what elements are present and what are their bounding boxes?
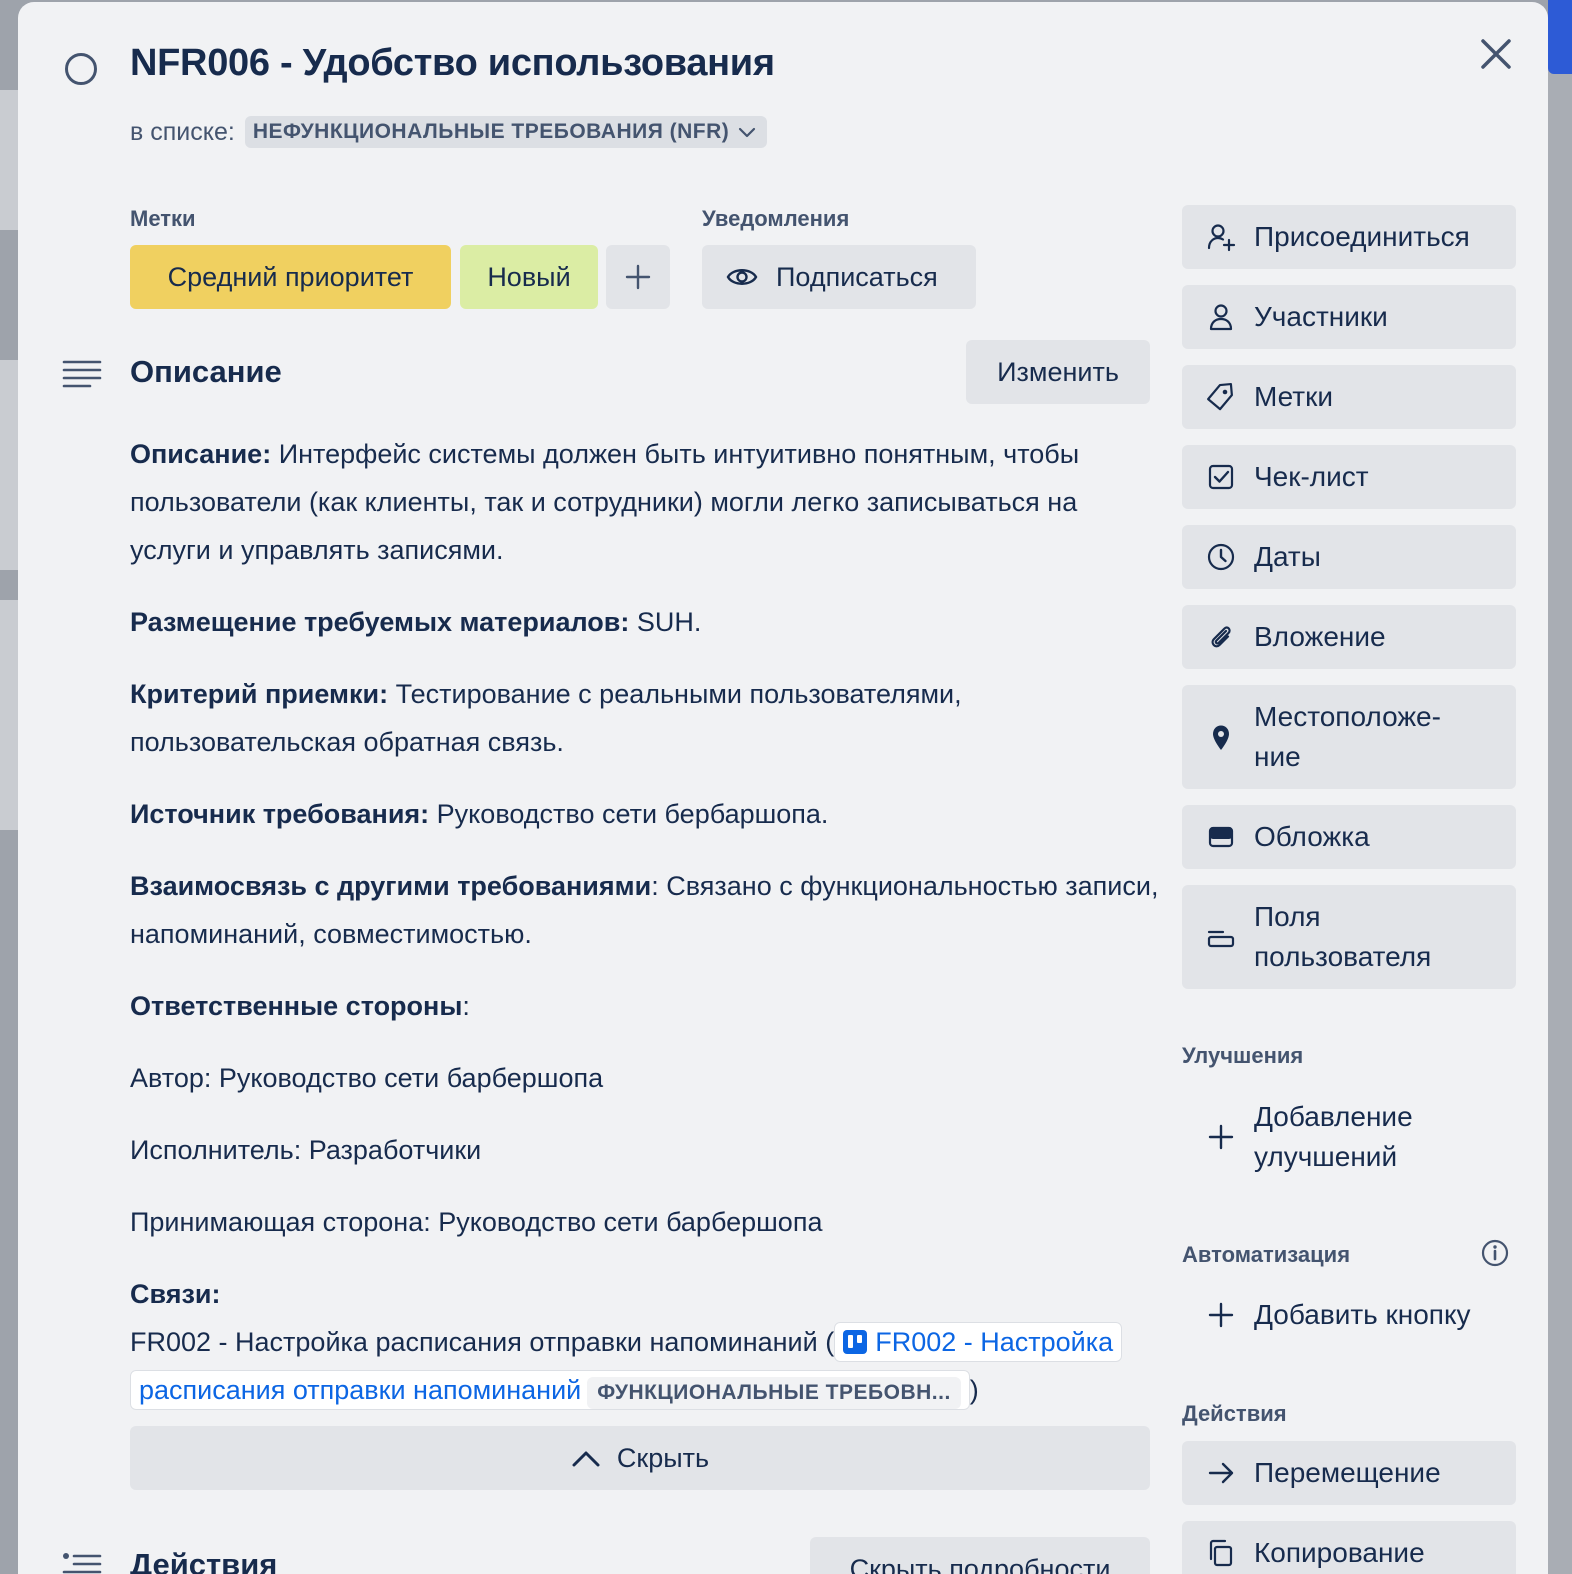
card-detail-modal: NFR006 - Удобство использования в списке…	[18, 2, 1548, 1574]
automation-info-button[interactable]	[1480, 1238, 1510, 1268]
sidebar-location-label: Местоположе-ние	[1254, 701, 1441, 772]
card-link-list: ФУНКЦИОНАЛЬНЫЕ ТРЕБОВН...	[587, 1377, 961, 1409]
source-paragraph: Источник требования: Руководство сети бе…	[130, 799, 829, 829]
user-icon	[1206, 302, 1236, 332]
cover-icon	[1206, 822, 1236, 852]
executor-line: Исполнитель: Разработчики	[130, 1135, 482, 1165]
plus-icon	[1206, 1122, 1236, 1152]
arrow-right-icon	[1206, 1458, 1236, 1488]
plus-icon	[1206, 1300, 1236, 1330]
in-list-prefix: в списке:	[130, 117, 235, 146]
close-icon	[1481, 39, 1511, 69]
description-paragraph: Описание: Интерфейс системы должен быть …	[130, 439, 1080, 565]
hide-description-button[interactable]: Скрыть	[130, 1426, 1150, 1490]
move-label: Перемещение	[1254, 1457, 1441, 1488]
relations-paragraph: Взаимосвязь с другими требованиями: Связ…	[130, 871, 1159, 949]
eye-icon	[726, 269, 758, 285]
responsible-paragraph: Ответственные стороны:	[130, 991, 470, 1021]
close-button[interactable]	[1474, 32, 1518, 76]
actions-heading: Действия	[1182, 1401, 1287, 1426]
subscribe-button[interactable]: Подписаться	[702, 245, 976, 309]
sidebar-join-label: Присоединиться	[1254, 221, 1470, 252]
clock-icon	[1206, 542, 1236, 572]
move-card-button[interactable]: Перемещение	[1182, 1441, 1516, 1505]
subscribe-label: Подписаться	[776, 261, 938, 292]
board-card	[0, 90, 18, 230]
chevron-up-icon	[572, 1451, 600, 1467]
sidebar-location-button[interactable]: Местоположе-ние	[1182, 685, 1516, 789]
label-medium-priority[interactable]: Средний приоритет	[130, 245, 451, 309]
sidebar-checklist-label: Чек-лист	[1254, 461, 1369, 492]
sidebar-labels-button[interactable]: Метки	[1182, 365, 1516, 429]
list-selector[interactable]: НЕФУНКЦИОНАЛЬНЫЕ ТРЕБОВАНИЯ (NFR)	[244, 116, 768, 148]
sidebar-members-label: Участники	[1254, 301, 1388, 332]
info-icon	[1481, 1239, 1509, 1267]
author-line: Автор: Руководство сети барбершопа	[130, 1063, 604, 1093]
list-location: в списке: НЕФУНКЦИОНАЛЬНЫЕ ТРЕБОВАНИЯ (N…	[130, 116, 768, 148]
sidebar-checklist-button[interactable]: Чек-лист	[1182, 445, 1516, 509]
board-card	[0, 360, 18, 570]
add-label-button[interactable]	[606, 245, 670, 309]
sidebar-join-button[interactable]: Присоединиться	[1182, 205, 1516, 269]
chevron-down-icon	[739, 127, 756, 138]
links-paragraph: Связи: FR002 - Настройка расписания отпр…	[130, 1270, 1160, 1414]
tag-icon	[1206, 382, 1236, 412]
sidebar-custom-fields-label: Поля пользователя	[1254, 901, 1432, 972]
copy-icon	[1206, 1538, 1236, 1568]
sidebar-cover-button[interactable]: Обложка	[1182, 805, 1516, 869]
card-title[interactable]: NFR006 - Удобство использования	[130, 42, 775, 85]
hide-label: Скрыть	[616, 1442, 710, 1473]
board-header-button	[1548, 0, 1572, 74]
description-icon	[62, 356, 102, 396]
board-right-edge	[1548, 0, 1572, 1574]
trello-icon	[843, 1330, 868, 1354]
plus-icon	[625, 264, 651, 290]
receiver-line: Принимающая сторона: Руководство сети ба…	[130, 1207, 823, 1237]
sidebar-labels-label: Метки	[1254, 381, 1333, 412]
labels-heading: Метки	[130, 206, 196, 231]
add-improvements-label: Добавление улучшений	[1254, 1101, 1413, 1172]
user-plus-icon	[1206, 222, 1236, 252]
sidebar-members-button[interactable]: Участники	[1182, 285, 1516, 349]
materials-paragraph: Размещение требуемых материалов: SUH.	[130, 607, 702, 637]
add-automation-button[interactable]: Добавить кнопку	[1182, 1293, 1516, 1337]
label-new[interactable]: Новый	[460, 245, 598, 309]
sidebar-custom-fields-button[interactable]: Поля пользователя	[1182, 885, 1516, 989]
checkbox-icon	[1206, 462, 1236, 492]
sidebar-dates-button[interactable]: Даты	[1182, 525, 1516, 589]
copy-card-button[interactable]: Копирование	[1182, 1521, 1516, 1574]
description-heading: Описание	[130, 354, 282, 389]
sidebar-attachment-label: Вложение	[1254, 621, 1386, 652]
edit-description-button[interactable]: Изменить	[966, 340, 1150, 404]
sidebar-cover-label: Обложка	[1254, 821, 1370, 852]
board-card	[0, 600, 18, 830]
activity-heading: Действия	[130, 1547, 278, 1574]
complete-toggle[interactable]	[64, 52, 98, 86]
list-name: НЕФУНКЦИОНАЛЬНЫЕ ТРЕБОВАНИЯ (NFR)	[252, 120, 730, 143]
sidebar-attachment-button[interactable]: Вложение	[1182, 605, 1516, 669]
copy-label: Копирование	[1254, 1537, 1425, 1568]
hide-details-button[interactable]: Скрыть подробности	[810, 1537, 1150, 1574]
add-improvements-button[interactable]: Добавление улучшений	[1182, 1095, 1516, 1179]
sidebar-dates-label: Даты	[1254, 541, 1321, 572]
paperclip-icon	[1206, 622, 1236, 652]
activity-icon	[62, 1550, 102, 1574]
description-body[interactable]: Описание: Интерфейс системы должен быть …	[130, 430, 1160, 1414]
notifications-heading: Уведомления	[702, 206, 850, 231]
acceptance-paragraph: Критерий приемки: Тестирование с реальны…	[130, 679, 962, 757]
automation-heading: Автоматизация	[1182, 1242, 1351, 1267]
add-automation-label: Добавить кнопку	[1254, 1299, 1471, 1330]
location-pin-icon	[1206, 722, 1236, 752]
custom-fields-icon	[1206, 922, 1236, 952]
circle-icon	[65, 53, 97, 85]
improvements-heading: Улучшения	[1182, 1043, 1304, 1068]
